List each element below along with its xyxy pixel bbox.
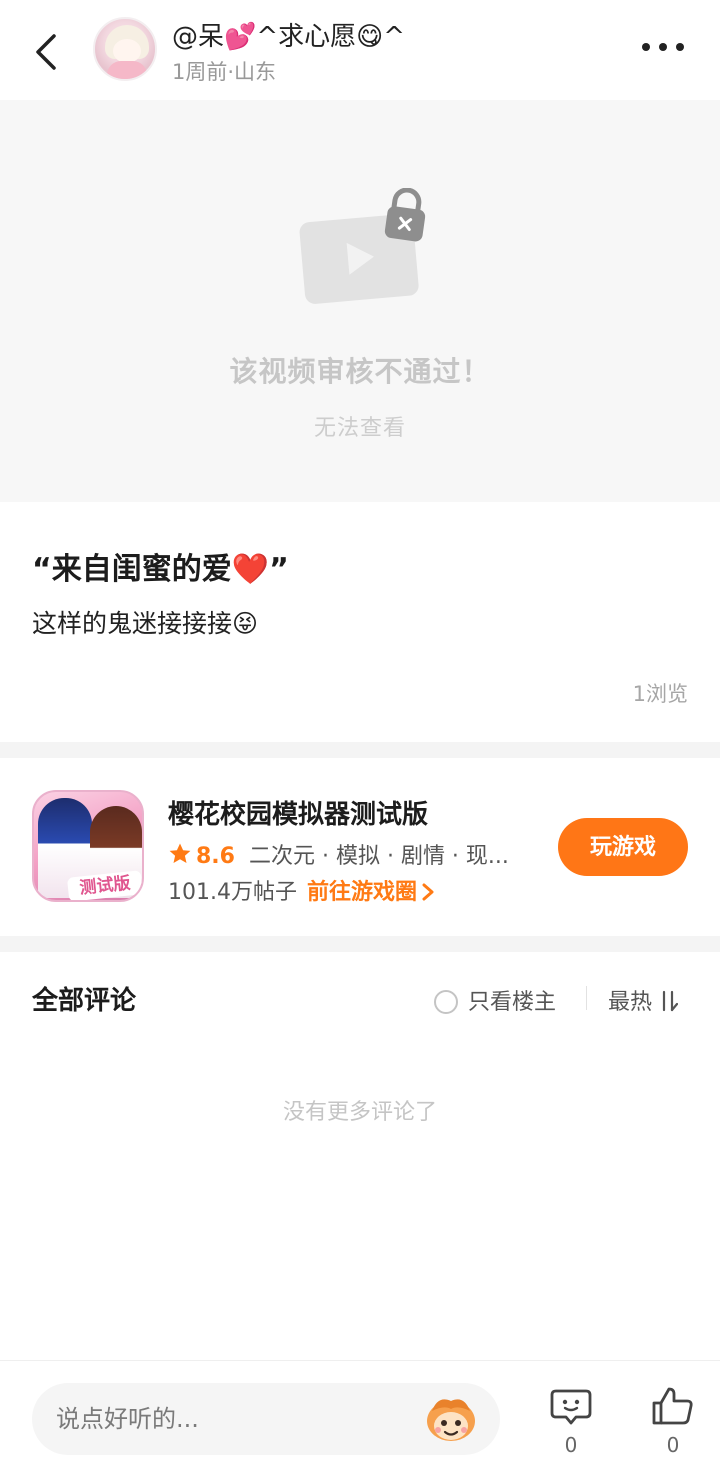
locked-video-icon <box>299 188 426 304</box>
game-stats-row: 101.4万帖子 前往游戏圈 <box>168 874 435 905</box>
section-divider <box>0 742 720 758</box>
game-tags: 二次元 · 模拟 · 剧情 · 现... <box>248 844 509 869</box>
filter-divider <box>586 986 587 1010</box>
op-only-label[interactable]: 只看楼主 <box>468 990 556 1015</box>
comment-icon[interactable] <box>546 1385 596 1429</box>
game-rating: 8.6 <box>196 844 235 869</box>
more-icon[interactable] <box>640 38 686 56</box>
op-only-toggle[interactable]: 只看楼主 <box>434 984 556 1015</box>
emoji-icon[interactable] <box>424 1393 478 1445</box>
video-player: 该视频审核不通过！ 无法查看 <box>0 100 720 502</box>
post-time-location: 1周前·山东 <box>172 60 277 84</box>
game-rating-row: 8.6 二次元 · 模拟 · 剧情 · 现... <box>168 838 509 869</box>
post-title: “来自闺蜜的爱❤️” <box>32 552 289 587</box>
no-more-comments: 没有更多评论了 <box>282 1100 437 1125</box>
radio-icon[interactable] <box>434 990 458 1014</box>
like-count: 0 <box>666 1433 680 1457</box>
video-blocked-title: 该视频审核不通过！ <box>229 355 491 388</box>
comments-title: 全部评论 <box>32 986 137 1016</box>
post-body: 这样的鬼迷接接接😝 <box>32 609 259 638</box>
view-count: 1浏览 <box>632 682 688 706</box>
like-button[interactable]: 0 <box>648 1385 698 1463</box>
game-post-count: 101.4万帖子 <box>168 880 297 905</box>
chevron-right-icon[interactable] <box>421 883 435 901</box>
comment-count: 0 <box>564 1433 578 1457</box>
play-game-button[interactable]: 玩游戏 <box>558 818 688 876</box>
sort-icon[interactable] <box>658 990 679 1012</box>
video-blocked-subtitle: 无法查看 <box>313 416 406 441</box>
game-circle-link[interactable]: 前往游戏圈 <box>307 880 417 905</box>
sort-label[interactable]: 最热 <box>608 990 652 1015</box>
comment-count-button[interactable]: 0 <box>546 1385 596 1463</box>
star-icon <box>169 843 191 863</box>
thumbs-up-icon[interactable] <box>648 1385 698 1429</box>
bottom-bar: 0 0 <box>0 1360 720 1481</box>
section-divider <box>0 936 720 952</box>
username[interactable]: @呆💕^求心愿😋^ <box>172 16 405 53</box>
sort-toggle[interactable]: 最热 <box>608 984 679 1016</box>
back-icon[interactable] <box>30 32 64 72</box>
top-bar: @呆💕^求心愿😋^ 1周前·山东 <box>0 0 720 100</box>
avatar[interactable] <box>93 17 157 81</box>
game-name[interactable]: 樱花校园模拟器测试版 <box>168 794 428 831</box>
game-icon[interactable]: 测试版 <box>32 790 144 902</box>
